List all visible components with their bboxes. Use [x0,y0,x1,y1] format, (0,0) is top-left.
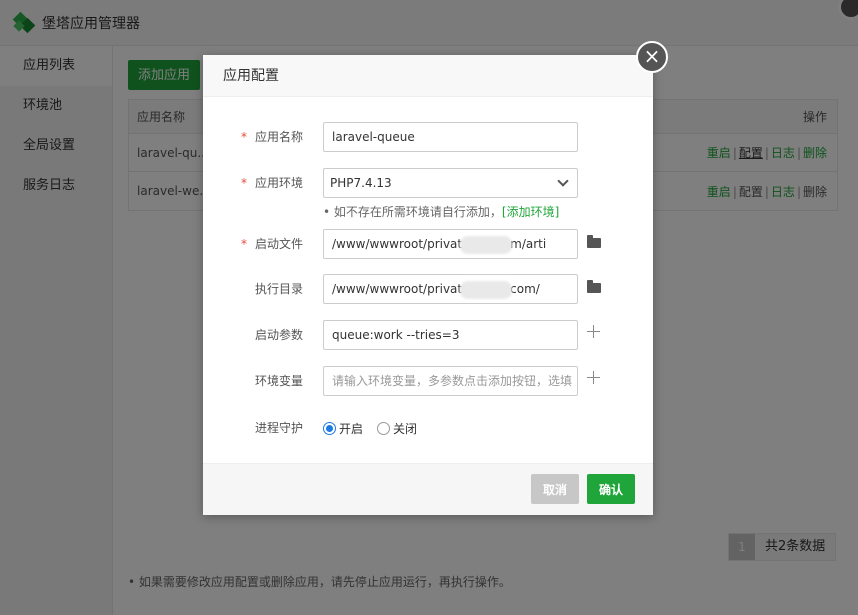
redacted-blur [460,235,513,254]
chevron-down-icon [557,175,569,187]
start-file-label: 启动文件 [254,237,303,251]
app-env-value: PHP7.4.13 [330,176,392,190]
process-guard-label: 进程守护 [254,421,303,435]
guard-on-radio[interactable]: 开启 [323,420,363,437]
field-env-vars: 环境变量 请输入环境变量，多参数点击添加按钮，选填 [203,366,653,396]
required-mark: * [240,130,247,144]
add-env-link[interactable]: [添加环境] [502,205,559,219]
work-dir-input[interactable]: /www/wwwroot/privat com/ [323,274,578,304]
folder-icon[interactable] [587,280,601,293]
field-process-guard: 进程守护 开启 关闭 [203,413,653,443]
app-name-label: 应用名称 [254,130,303,144]
env-hint: • 如不存在所需环境请自行添加，[添加环境] [323,205,560,219]
field-work-dir: 执行目录 /www/wwwroot/privat com/ [203,274,653,304]
modal-footer: 取消 确认 [203,463,653,515]
app-env-label: 应用环境 [254,176,303,190]
add-arg-plus-icon[interactable] [587,325,601,339]
work-dir-label: 执行目录 [254,282,303,296]
start-args-input[interactable]: queue:work --tries=3 [323,320,578,350]
redacted-blur [460,280,513,299]
field-app-name: * 应用名称 laravel-queue [203,122,653,152]
app-env-select[interactable]: PHP7.4.13 [323,168,578,198]
add-env-var-plus-icon[interactable] [587,371,601,385]
required-mark: * [240,176,247,190]
start-args-label: 启动参数 [254,328,303,342]
start-file-input[interactable]: /www/wwwroot/privat m/arti [323,229,578,259]
field-start-args: 启动参数 queue:work --tries=3 [203,320,653,350]
field-start-file: * 启动文件 /www/wwwroot/privat m/arti [203,229,653,259]
env-vars-label: 环境变量 [254,374,303,388]
app-name-input[interactable]: laravel-queue [323,122,578,152]
folder-icon[interactable] [587,235,601,248]
required-mark: * [240,237,247,251]
radio-unchecked-icon [377,421,391,435]
guard-off-radio[interactable]: 关闭 [377,420,417,437]
field-app-env: * 应用环境 PHP7.4.13 [203,168,653,198]
radio-checked-icon [323,421,336,435]
confirm-button[interactable]: 确认 [587,474,635,504]
modal-title: 应用配置 [203,55,653,97]
env-vars-input[interactable]: 请输入环境变量，多参数点击添加按钮，选填 [323,366,578,396]
close-icon[interactable]: × [636,41,668,73]
guard-radio-group: 开启 关闭 [323,413,431,443]
app-config-modal: 应用配置 × * 应用名称 laravel-queue * 应用环境 PHP7.4.… [203,41,668,515]
cancel-button[interactable]: 取消 [531,474,579,504]
